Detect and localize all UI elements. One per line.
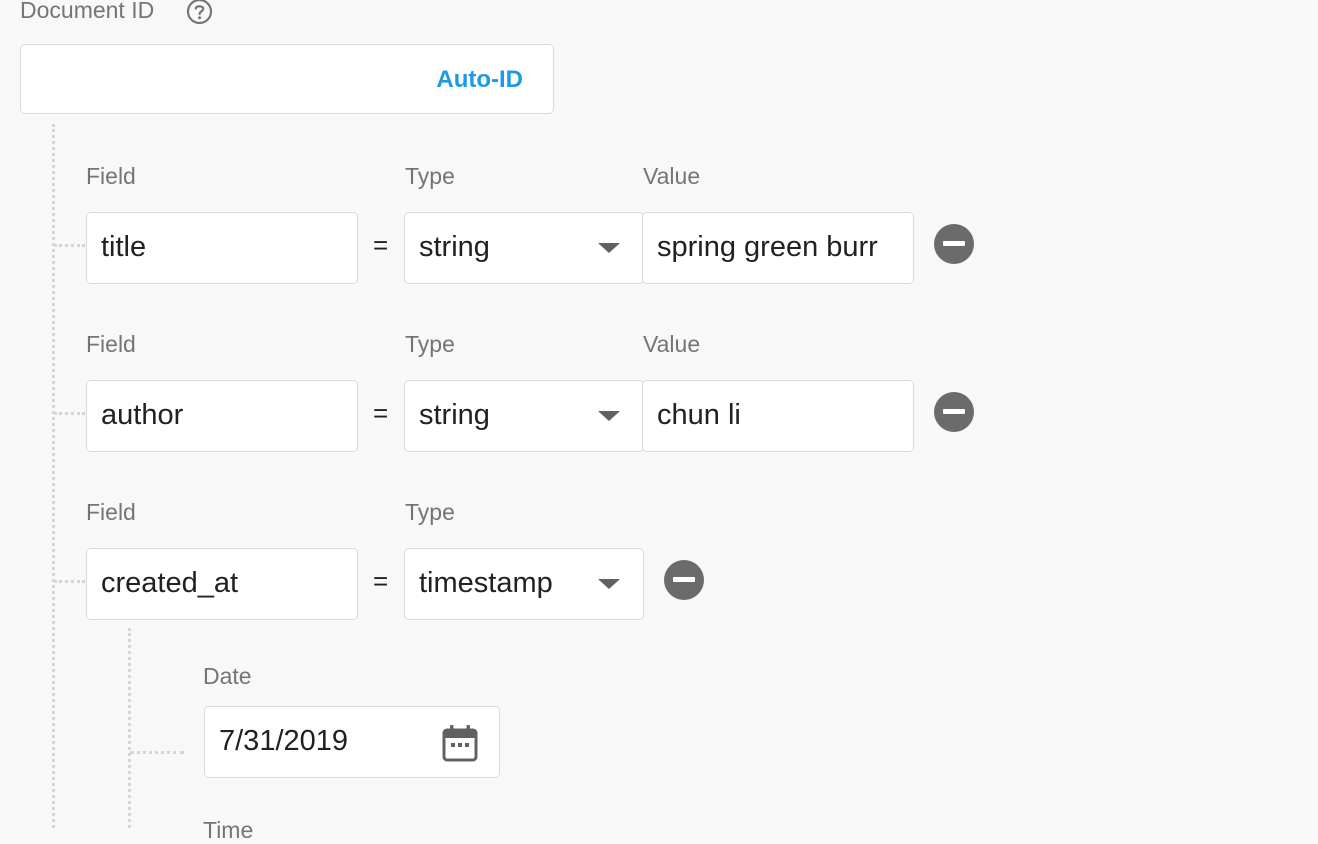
- field-name-input[interactable]: created_at: [86, 548, 358, 620]
- calendar-icon[interactable]: [441, 723, 479, 763]
- field-label: Field: [86, 163, 136, 189]
- document-id-label: Document ID: [20, 0, 155, 23]
- tree-branch-line: [54, 244, 85, 247]
- remove-circle-icon[interactable]: [934, 392, 974, 432]
- type-select-value: string: [419, 399, 490, 431]
- tree-branch-line: [130, 751, 184, 754]
- field-label: Field: [86, 331, 136, 357]
- value-label: Value: [643, 331, 701, 357]
- tree-branch-line: [54, 580, 85, 583]
- date-label: Date: [203, 663, 252, 689]
- field-name-input[interactable]: author: [86, 380, 358, 452]
- date-input[interactable]: 7/31/2019: [204, 706, 500, 778]
- equals-sign: =: [373, 230, 389, 260]
- type-select[interactable]: string: [404, 212, 644, 284]
- value-label: Value: [643, 163, 701, 189]
- caret-down-icon: [598, 579, 620, 589]
- type-select-value: timestamp: [419, 567, 553, 599]
- type-select[interactable]: timestamp: [404, 548, 644, 620]
- type-select[interactable]: string: [404, 380, 644, 452]
- field-name-input[interactable]: title: [86, 212, 358, 284]
- date-value: 7/31/2019: [219, 725, 349, 757]
- tree-branch-line: [54, 412, 85, 415]
- value-input[interactable]: chun li: [642, 380, 914, 452]
- value-input[interactable]: spring green burr: [642, 212, 914, 284]
- auto-id-button[interactable]: Auto-ID: [436, 45, 523, 115]
- tree-connector-line: [52, 124, 55, 828]
- caret-down-icon: [598, 243, 620, 253]
- help-circle-icon[interactable]: [186, 0, 213, 25]
- type-select-value: string: [419, 231, 490, 263]
- equals-sign: =: [373, 566, 389, 596]
- document-id-input[interactable]: Auto-ID: [20, 44, 554, 114]
- type-label: Type: [405, 163, 455, 189]
- remove-circle-icon[interactable]: [664, 560, 704, 600]
- nested-tree-connector-line: [128, 628, 131, 828]
- equals-sign: =: [373, 398, 389, 428]
- type-label: Type: [405, 499, 455, 525]
- type-label: Type: [405, 331, 455, 357]
- caret-down-icon: [598, 411, 620, 421]
- time-label: Time: [203, 817, 254, 843]
- remove-circle-icon[interactable]: [934, 224, 974, 264]
- field-label: Field: [86, 499, 136, 525]
